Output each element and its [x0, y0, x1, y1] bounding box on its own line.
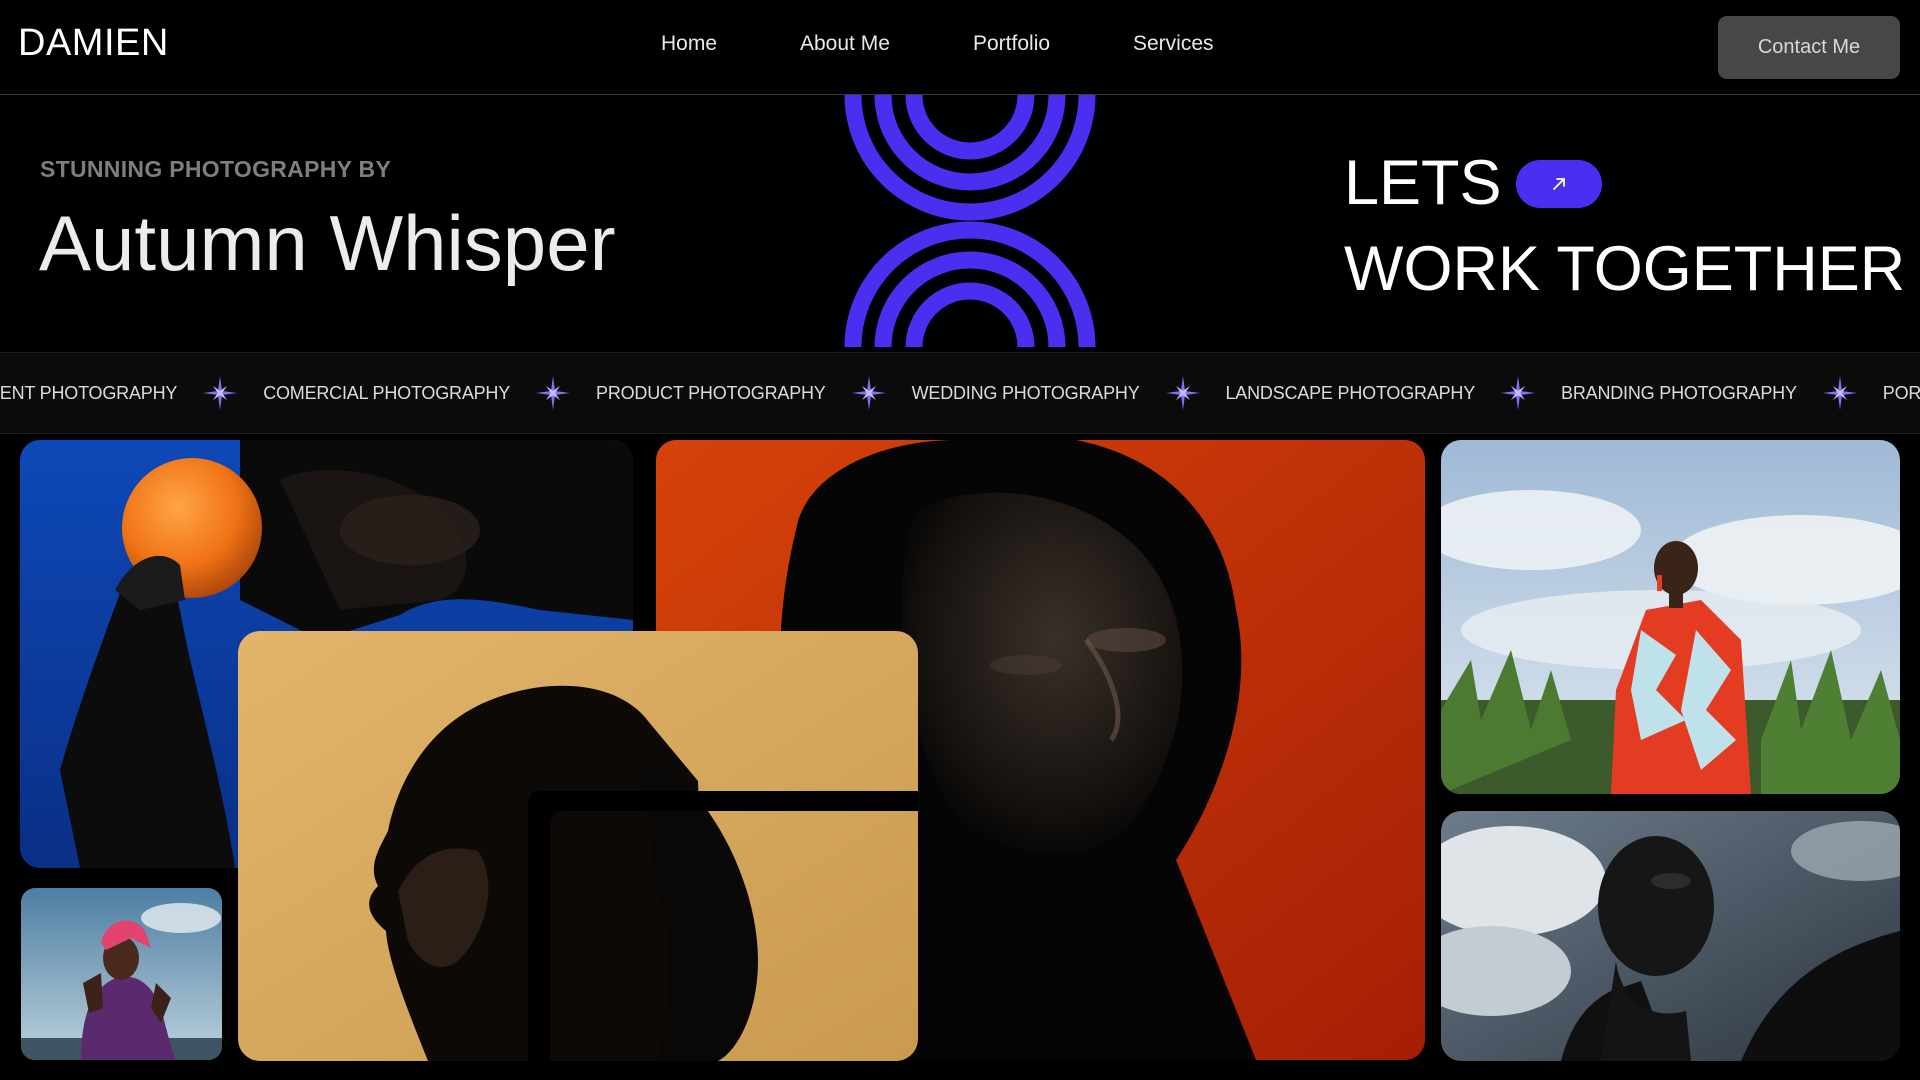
- nav-link-about-me[interactable]: About Me: [800, 32, 890, 56]
- top-nav: DAMIEN Home About Me Portfolio Services …: [0, 0, 1920, 95]
- marquee-item-landscape: LANDSCAPE PHOTOGRAPHY: [1225, 382, 1476, 403]
- lets-work-together-button[interactable]: [1516, 160, 1602, 208]
- gallery-photo-yellow-profile[interactable]: [238, 631, 918, 1061]
- photo-clouds-monochrome-image: [1441, 811, 1900, 1061]
- nav-link-portfolio[interactable]: Portfolio: [973, 32, 1050, 56]
- photo-cornfield-image: [1441, 440, 1900, 794]
- hero-photographer-name: Autumn Whisper: [39, 199, 616, 287]
- marquee-track: VENT PHOTOGRAPHY COMERCIAL PHOTOGRAPHY P…: [0, 353, 1920, 433]
- marquee-item-wedding: WEDDING PHOTOGRAPHY: [911, 382, 1140, 403]
- marquee-item-branding: BRANDING PHOTOGRAPHY: [1561, 382, 1797, 403]
- gallery-photo-cornfield[interactable]: [1441, 440, 1900, 794]
- sparkle-star-icon: [1821, 374, 1859, 412]
- nav-links: Home About Me Portfolio Services: [0, 32, 1920, 62]
- nav-link-services[interactable]: Services: [1133, 32, 1214, 56]
- cta-heading-lets: LETS: [1344, 148, 1502, 218]
- gallery-photo-clouds-monochrome[interactable]: [1441, 811, 1900, 1061]
- marquee-item-portrait: PORTRAIT PHOTOG: [1882, 382, 1920, 403]
- sparkle-star-icon: [850, 374, 888, 412]
- sparkle-star-icon: [534, 374, 572, 412]
- concentric-arcs-graphic: [844, 95, 1096, 347]
- sparkle-star-icon: [201, 374, 239, 412]
- sparkle-star-icon: [1499, 374, 1537, 412]
- services-marquee: VENT PHOTOGRAPHY COMERCIAL PHOTOGRAPHY P…: [0, 352, 1920, 434]
- photo-pink-headscarf-image: [21, 888, 222, 1060]
- photo-yellow-profile-image: [238, 631, 918, 1061]
- arrow-up-right-icon: [1553, 178, 1565, 190]
- marquee-item-event: VENT PHOTOGRAPHY: [0, 382, 178, 403]
- cta-heading-work-together: WORK TOGETHER: [1344, 234, 1906, 304]
- contact-me-button[interactable]: Contact Me: [1718, 16, 1900, 79]
- hero-eyebrow: STUNNING PHOTOGRAPHY BY: [40, 156, 392, 182]
- sparkle-star-icon: [1164, 374, 1202, 412]
- gallery-photo-pink-headscarf[interactable]: [21, 888, 222, 1060]
- nav-link-home[interactable]: Home: [661, 32, 717, 56]
- marquee-item-product: PRODUCT PHOTOGRAPHY: [596, 382, 826, 403]
- marquee-item-commercial: COMERCIAL PHOTOGRAPHY: [263, 382, 511, 403]
